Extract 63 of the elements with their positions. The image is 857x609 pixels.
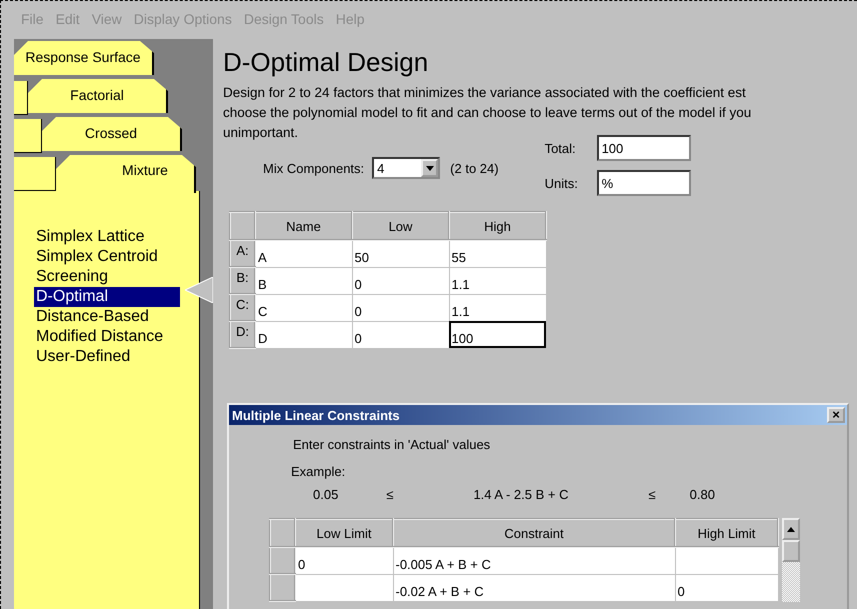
table-cell[interactable]: -0.02 A + B + C [393,574,675,601]
corner-header [270,519,295,547]
mix-components-dropdown[interactable]: 4 [372,157,440,179]
table-cell[interactable]: D [255,321,352,348]
category-tab[interactable]: Crossed [42,117,182,151]
table-cell[interactable]: 0 [352,267,449,294]
column-header: High [449,212,546,240]
less-equal-sign: ≤ [648,487,656,502]
table-cell[interactable]: 0 [295,547,393,574]
table-cell[interactable]: 50 [352,240,449,267]
column-header: Constraint [393,519,675,547]
design-list-item[interactable]: Simplex Lattice [34,227,180,247]
table-cell[interactable] [295,574,393,601]
scrollbar[interactable] [782,518,800,602]
design-list-item[interactable]: Modified Distance [34,327,180,347]
total-field[interactable]: 100 [596,135,691,161]
category-tab[interactable]: Factorial [28,79,168,113]
row-header[interactable]: B: [230,267,255,294]
field-label: Mix Components: [263,161,364,176]
less-equal-sign: ≤ [386,487,394,502]
field-label: Units: [544,176,579,190]
up-arrow-icon [787,526,795,532]
column-header: Low [352,212,449,240]
caret-icon [426,166,434,170]
instruction-text: Enter constraints in 'Actual' values [293,437,492,452]
category-tab[interactable]: Mixture [56,155,196,193]
units-field[interactable]: % [596,170,691,196]
example-low: 0.05 [313,487,338,502]
corner-header [230,212,255,240]
table-cell[interactable]: C [255,294,352,321]
example-high: 0.80 [690,487,715,502]
example-constraint: 1.4 A - 2.5 B + C [473,487,568,502]
row-header[interactable]: A: [230,240,255,267]
design-list-item[interactable]: Screening [34,267,180,287]
design-list-item[interactable]: Simplex Centroid [34,247,180,267]
column-header: Low Limit [295,519,393,547]
row-header[interactable]: C: [230,294,255,321]
design-list-item[interactable]: User-Defined [34,347,180,367]
row-header[interactable]: D: [230,321,255,348]
table-cell[interactable]: 0 [675,574,778,601]
close-button[interactable]: × [827,407,845,423]
table-cell[interactable]: 55 [449,240,546,267]
row-header[interactable] [270,547,295,574]
table-cell[interactable] [675,547,778,574]
range-hint: (2 to 24) [450,161,499,176]
table-cell[interactable]: 1.1 [449,267,546,294]
table-cell[interactable]: -0.005 A + B + C [393,547,675,574]
design-list-item[interactable]: D-Optimal [34,287,180,307]
table-cell[interactable]: 0 [352,294,449,321]
table-cell[interactable]: A [255,240,352,267]
table-cell[interactable]: B [255,267,352,294]
example-label: Example: [291,464,346,479]
column-header: Name [255,212,352,240]
row-header[interactable] [270,574,295,601]
column-header: High Limit [675,519,778,547]
tab-edge [14,81,28,115]
design-list-item[interactable]: Distance-Based [34,307,180,327]
table-cell[interactable]: 100 [449,321,546,348]
field-label: Total: [544,140,577,156]
category-tab[interactable]: Response Surface [14,41,154,75]
page-title: D-Optimal Design [223,47,430,77]
dialog-title: Multiple Linear Constraints [232,408,400,422]
tab-edge [14,119,42,153]
